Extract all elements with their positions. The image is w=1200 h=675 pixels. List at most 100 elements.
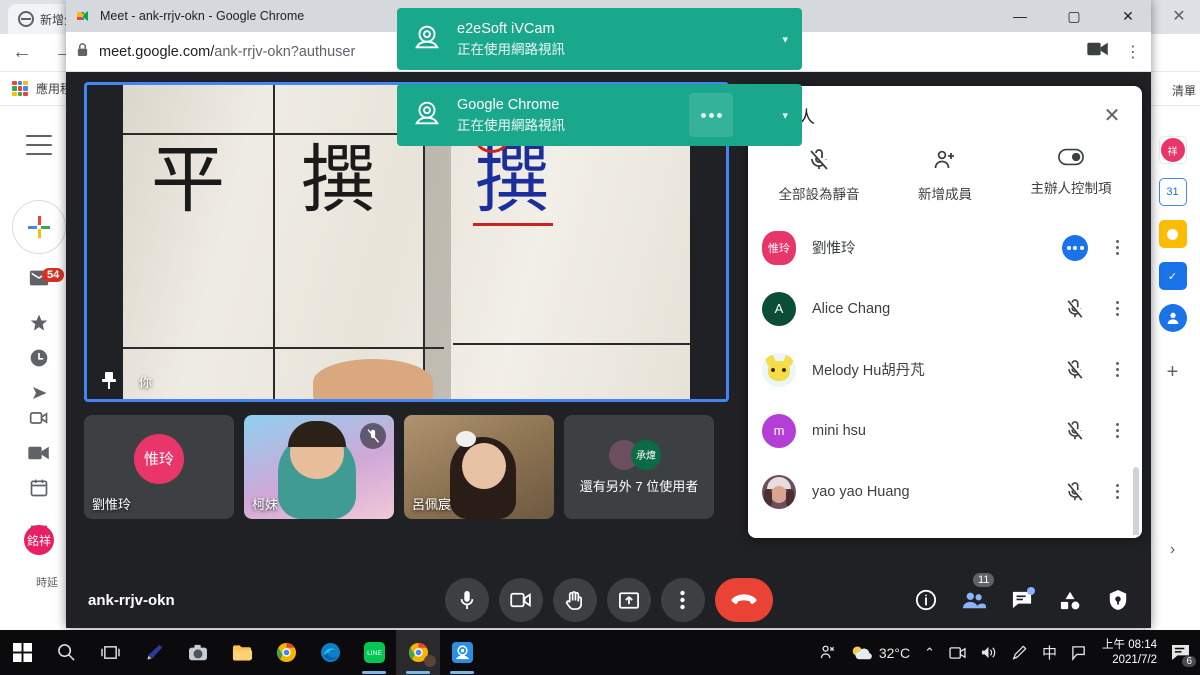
- start-button[interactable]: [0, 630, 44, 675]
- camera-in-use-address-icon[interactable]: [1087, 41, 1109, 62]
- mute-all-label: 全部設為靜音: [778, 187, 860, 202]
- camera-in-use-icon[interactable]: [942, 630, 973, 675]
- mute-all-action[interactable]: 全部設為靜音: [756, 148, 882, 203]
- starred-icon[interactable]: [26, 310, 52, 336]
- task-view-icon[interactable]: [88, 630, 132, 675]
- add-people-action[interactable]: 新增成員: [882, 148, 1008, 203]
- start-meeting-icon[interactable]: [26, 440, 52, 466]
- line-icon[interactable]: LINE: [352, 630, 396, 675]
- end-call-button[interactable]: [714, 578, 773, 622]
- pin-icon[interactable]: [101, 371, 117, 391]
- back-button[interactable]: ←: [12, 41, 32, 64]
- meet-now-icon[interactable]: [812, 630, 843, 675]
- participants-panel-header: 聯絡人 ✕: [748, 86, 1142, 144]
- participant-more-icon[interactable]: [1106, 301, 1128, 316]
- more-participants-tile[interactable]: 承煒 還有另外 7 位使用者: [564, 415, 714, 519]
- main-menu-icon[interactable]: [26, 135, 52, 155]
- expand-rail-icon[interactable]: ›: [1159, 536, 1187, 564]
- chat-button[interactable]: [1005, 583, 1039, 617]
- list-item[interactable]: 惟玲 劉惟玲: [748, 217, 1142, 278]
- weather-temperature: 32°C: [878, 644, 911, 661]
- thumbnail-tile[interactable]: 惟玲 劉惟玲: [84, 415, 234, 519]
- account-avatar-rail[interactable]: 祥: [1158, 136, 1187, 164]
- sent-icon[interactable]: [26, 380, 52, 406]
- compose-button[interactable]: [12, 200, 66, 254]
- present-screen-button[interactable]: [606, 578, 651, 622]
- notification-icon[interactable]: 6: [1165, 630, 1200, 675]
- edge-icon[interactable]: [308, 630, 352, 675]
- thumbnail-tile[interactable]: 呂佩宸: [404, 415, 554, 519]
- camera-in-use-toast[interactable]: Google Chrome 正在使用網路視訊 ▾: [397, 84, 802, 146]
- window-close-button[interactable]: ✕: [1105, 0, 1151, 32]
- chevron-down-icon[interactable]: ▾: [782, 109, 788, 122]
- participant-more-icon[interactable]: [1106, 423, 1128, 438]
- chevron-down-icon[interactable]: ▾: [782, 33, 788, 46]
- participants-scrollbar[interactable]: [1133, 467, 1139, 535]
- user-avatar-left[interactable]: 銘祥: [24, 525, 54, 555]
- show-everyone-button[interactable]: 11: [957, 573, 995, 617]
- calendar-icon[interactable]: [26, 475, 52, 501]
- background-window-close-button[interactable]: ✕: [1168, 6, 1190, 28]
- participant-more-icon[interactable]: [1106, 240, 1128, 255]
- toast-status: 正在使用網路視訊: [457, 41, 565, 57]
- toast-app-name: e2eSoft iVCam: [457, 20, 555, 37]
- window-maximize-button[interactable]: ▢: [1051, 0, 1097, 32]
- participant-more-icon[interactable]: [1106, 484, 1128, 499]
- clock-widget[interactable]: 上午 08:14 2021/7/2: [1094, 638, 1165, 668]
- participants-list[interactable]: 惟玲 劉惟玲 A Alice Chang Melody Hu胡丹芃 m mini…: [748, 217, 1142, 535]
- ivcam-icon[interactable]: [440, 630, 484, 675]
- search-icon[interactable]: [44, 630, 88, 675]
- list-item[interactable]: yao yao Huang: [748, 461, 1142, 522]
- meet-right-controls: 11: [909, 573, 1135, 617]
- camera-app-icon[interactable]: [176, 630, 220, 675]
- participant-name: mini hsu: [812, 422, 866, 439]
- add-people-label: 新增成員: [918, 187, 972, 202]
- raise-hand-button[interactable]: [552, 578, 597, 622]
- camera-in-use-toast[interactable]: e2eSoft iVCam 正在使用網路視訊 ▾: [397, 8, 802, 70]
- calendar-app-icon[interactable]: 31: [1158, 178, 1187, 206]
- host-controls-button[interactable]: [1101, 583, 1135, 617]
- meeting-details-button[interactable]: [909, 583, 943, 617]
- meet-bottom-bar: ank-rrjv-okn 11: [66, 572, 1151, 628]
- list-item[interactable]: m mini hsu: [748, 400, 1142, 461]
- participants-panel-actions: 全部設為靜音 新增成員 主辦人控制項: [748, 144, 1142, 217]
- apps-grid-icon[interactable]: [12, 80, 28, 97]
- window-minimize-button[interactable]: —: [997, 0, 1043, 32]
- folder-icon[interactable]: [220, 630, 264, 675]
- host-controls-action[interactable]: 主辦人控制項: [1008, 148, 1134, 203]
- thumbnail-tile[interactable]: 柯妹: [244, 415, 394, 519]
- snoozed-clock-icon[interactable]: [26, 345, 52, 371]
- close-icon[interactable]: ✕: [1098, 101, 1126, 129]
- red-underline-mark: [473, 223, 553, 226]
- meet-video-icon[interactable]: [26, 405, 52, 431]
- weather-widget[interactable]: 32°C: [843, 630, 917, 675]
- ime-shape-icon[interactable]: [1064, 630, 1094, 675]
- list-item[interactable]: A Alice Chang: [748, 278, 1142, 339]
- toast-text: e2eSoft iVCam 正在使用網路視訊: [457, 21, 565, 58]
- toast-more-options-icon[interactable]: [689, 93, 733, 137]
- camera-button[interactable]: [498, 578, 543, 622]
- more-options-button[interactable]: [660, 578, 705, 622]
- muted-icon: [1060, 477, 1090, 507]
- muted-icon: [1060, 355, 1090, 385]
- chrome-meet-taskbar-icon[interactable]: [396, 630, 440, 675]
- speaker-icon[interactable]: [973, 630, 1004, 675]
- tasks-app-icon[interactable]: ✓: [1158, 262, 1187, 290]
- chrome-icon[interactable]: [264, 630, 308, 675]
- microphone-button[interactable]: [444, 578, 489, 622]
- participant-more-icon[interactable]: [1106, 362, 1128, 377]
- add-app-icon[interactable]: +: [1159, 358, 1187, 386]
- chevron-up-icon[interactable]: ⌃: [917, 630, 942, 675]
- pen-tray-icon[interactable]: [1004, 630, 1035, 675]
- list-item[interactable]: Melody Hu胡丹芃: [748, 339, 1142, 400]
- main-tile-label: 你: [139, 375, 153, 390]
- pen-icon[interactable]: [132, 630, 176, 675]
- participant-name: Melody Hu胡丹芃: [812, 363, 925, 379]
- muted-icon: [1060, 294, 1090, 324]
- contacts-app-icon[interactable]: [1158, 304, 1187, 332]
- activities-button[interactable]: [1053, 583, 1087, 617]
- keep-app-icon[interactable]: [1158, 220, 1187, 248]
- ime-language-indicator[interactable]: 中: [1035, 630, 1064, 675]
- participant-name: yao yao Huang: [812, 483, 910, 500]
- chrome-menu-button[interactable]: ⋮: [1119, 42, 1141, 62]
